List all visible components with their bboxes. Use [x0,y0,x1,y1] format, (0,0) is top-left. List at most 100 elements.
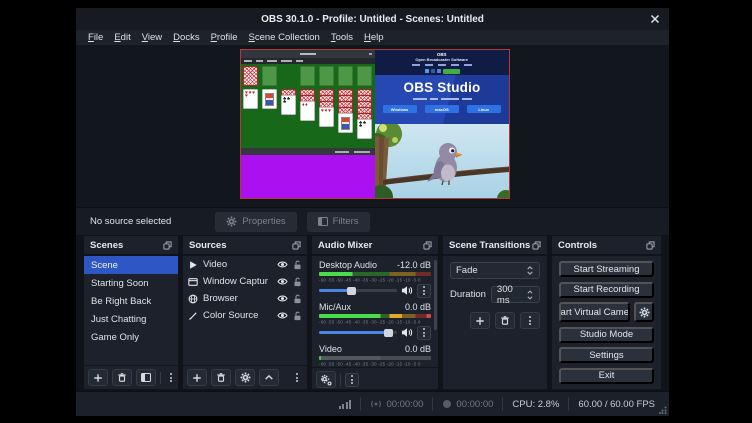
menu-edit[interactable]: Edit [114,32,130,43]
transitions-panel-title: Scene Transitions [449,240,532,251]
lock-open-icon[interactable] [293,311,302,321]
add-source-button[interactable] [187,369,207,386]
trash-icon [117,372,127,383]
sources-panel-title: Sources [189,240,292,251]
spin-arrows-icon[interactable] [526,289,534,301]
virtual-camera-config-button[interactable] [634,302,654,322]
speaker-icon[interactable] [401,327,413,338]
popout-icon[interactable] [423,241,432,250]
visibility-eye-icon[interactable] [277,277,288,286]
settings-button[interactable]: Settings [559,347,654,363]
mixer-scrollbar[interactable] [434,260,437,330]
popout-icon[interactable] [646,241,655,250]
network-signal-icon [339,400,352,409]
mixer-more-button[interactable] [345,373,359,387]
scene-item-game-only[interactable]: Game Only [84,328,178,346]
mixer-channel-mic-aux: Mic/Aux 0.0 dB -60 -55 -50 -45 -40 -35 -… [319,302,431,344]
properties-button[interactable]: Properties [215,212,296,232]
lock-open-icon[interactable] [293,260,302,270]
slider-handle[interactable] [347,287,356,295]
lock-open-icon[interactable] [293,277,302,287]
scene-item-be-right-back[interactable]: Be Right Back [84,292,178,310]
transition-more-button[interactable] [520,312,540,329]
lock-open-icon[interactable] [293,294,302,304]
volume-db-value: 0.0 dB [405,344,431,354]
transition-select[interactable]: Fade [450,262,540,279]
scene-item-scene[interactable]: Scene [84,256,178,274]
solitaire-stock-card [243,66,258,86]
media-source-icon [188,260,198,270]
scenes-panel-title: Scenes [90,240,163,251]
meter-ruler: -60 -55 -50 -45 -40 -35 -30 -25 -20 -15 … [319,318,431,325]
remove-scene-button[interactable] [112,369,132,386]
preview-area: ♥♥♥♥ ♣♣♣ ♦♦ ♥♥♥ [76,45,669,207]
scene-filters-button[interactable] [136,369,156,386]
source-toolbar: No source selected Properties Filters [76,207,669,235]
slider-handle[interactable] [384,329,393,337]
transitions-toolbar [450,312,540,329]
source-row-video[interactable]: Video [183,256,307,273]
filters-button[interactable]: Filters [307,212,370,232]
remove-transition-button[interactable] [495,312,515,329]
popout-icon[interactable] [163,241,172,250]
advanced-audio-button[interactable] [316,371,336,388]
start-streaming-button[interactable]: Start Streaming [559,261,654,277]
mixer-panel-title: Audio Mixer [318,240,423,251]
sources-toolbar [183,365,307,389]
program-canvas[interactable]: ♥♥♥♥ ♣♣♣ ♦♦ ♥♥♥ [241,50,509,198]
window-capture-icon [188,277,198,287]
menu-docks[interactable]: Docks [173,32,199,43]
menu-bar: File Edit View Docks Profile Scene Colle… [76,30,669,45]
scenes-more-button[interactable] [165,369,177,386]
menu-tools[interactable]: Tools [331,32,353,43]
duration-label: Duration [450,289,486,300]
exit-button[interactable]: Exit [559,368,654,384]
controls-panel: Controls Start Streaming Start Recording… [552,236,661,389]
duration-spinbox[interactable]: 300 ms [491,286,540,303]
add-scene-button[interactable] [88,369,108,386]
source-properties-button[interactable] [235,369,255,386]
menu-profile[interactable]: Profile [211,32,238,43]
filters-icon [141,373,151,382]
source-row-browser[interactable]: Browser [183,290,307,307]
volume-db-value: 0.0 dB [405,302,431,312]
visibility-eye-icon[interactable] [277,311,288,320]
close-icon[interactable] [650,14,660,24]
sources-more-button[interactable] [291,369,303,386]
popout-icon[interactable] [292,241,301,250]
move-source-up-button[interactable] [259,369,279,386]
menu-view[interactable]: View [142,32,162,43]
scene-item-starting-soon[interactable]: Starting Soon [84,274,178,292]
add-transition-button[interactable] [470,312,490,329]
combo-arrows-icon [526,265,534,276]
window-titlebar[interactable]: OBS 30.1.0 - Profile: Untitled - Scenes:… [76,8,669,30]
scene-item-just-chatting[interactable]: Just Chatting [84,310,178,328]
studio-mode-button[interactable]: Studio Mode [559,327,654,343]
meter-ruler: -60 -55 -50 -45 -40 -35 -30 -25 -20 -15 … [319,276,431,283]
visibility-eye-icon[interactable] [277,294,288,303]
start-recording-button[interactable]: Start Recording [559,282,654,298]
gear-icon [226,216,237,227]
menu-file[interactable]: File [88,32,103,43]
menu-help[interactable]: Help [364,32,384,43]
scene-right-half: OBS Open Broadcaster Software OBS Studio [375,50,509,198]
channel-more-button[interactable] [417,284,431,298]
advanced-audio-icon [320,374,332,386]
volume-slider[interactable] [319,289,397,292]
window-capture-solitaire: ♥♥♥♥ ♣♣♣ ♦♦ ♥♥♥ [241,50,375,155]
source-row-color-source[interactable]: Color Source [183,307,307,324]
solitaire-field: ♥♥♥♥ ♣♣♣ ♦♦ ♥♥♥ [241,64,375,148]
popout-icon[interactable] [532,241,541,250]
speaker-icon[interactable] [401,285,413,296]
resize-grip[interactable] [659,406,667,414]
visibility-eye-icon[interactable] [277,260,288,269]
channel-more-button[interactable] [417,326,431,340]
volume-slider[interactable] [319,331,397,334]
site-download-windows: Windows [383,105,417,113]
remove-source-button[interactable] [211,369,231,386]
record-dot-icon [442,399,452,409]
start-virtual-camera-button[interactable]: Start Virtual Camera [559,302,630,322]
menu-scene-collection[interactable]: Scene Collection [249,32,320,43]
source-row-window-capture[interactable]: Window Captur [183,273,307,290]
site-nav [412,64,472,66]
